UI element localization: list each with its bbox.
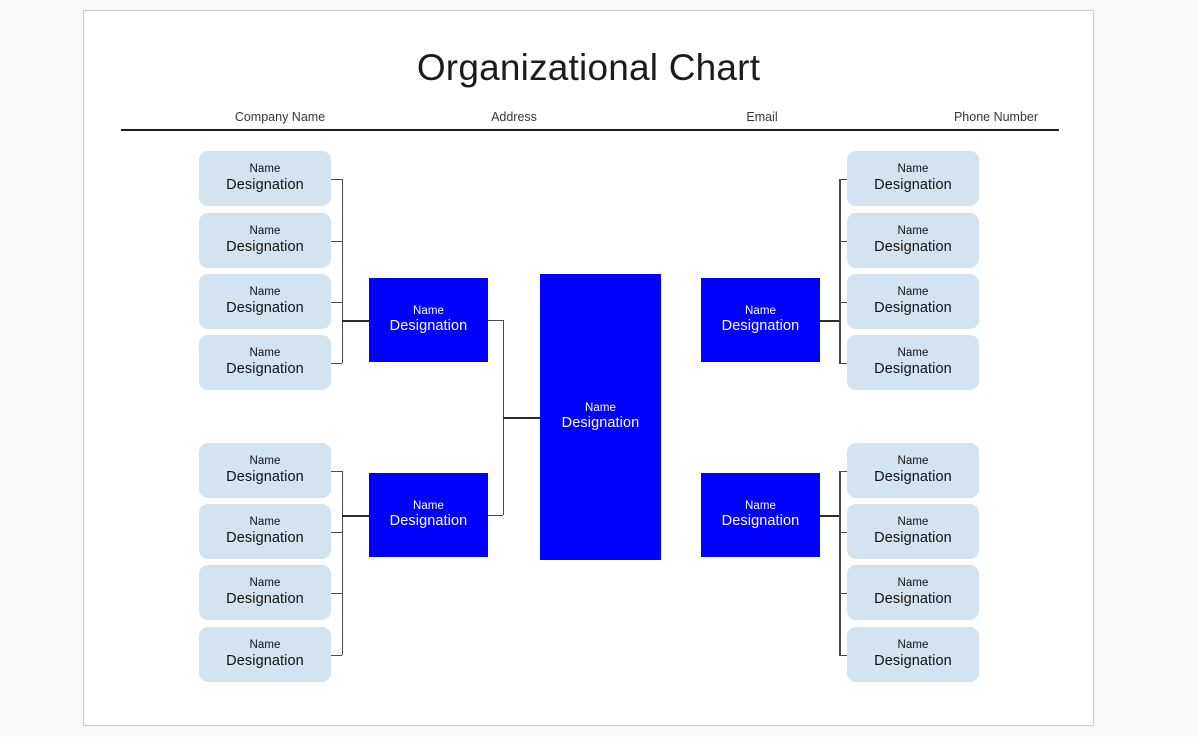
org-node-name: Name	[249, 455, 281, 468]
org-node-designation: Designation	[874, 299, 952, 316]
org-node-leaf[interactable]: Name Designation	[847, 504, 979, 559]
connector-branch-leaf-r1-3	[839, 301, 847, 303]
org-node-name: Name	[249, 516, 281, 529]
connector-branch-leaf-r1-4	[839, 362, 847, 364]
org-node-designation: Designation	[874, 360, 952, 377]
connector-branch-leaf-r2-2	[839, 531, 847, 533]
org-node-leaf[interactable]: Name Designation	[199, 274, 331, 329]
connector-trunk-mid-l1	[341, 178, 343, 363]
org-node-name: Name	[249, 225, 281, 238]
org-node-name: Name	[897, 577, 929, 590]
org-node-name: Name	[897, 639, 929, 652]
org-node-manager[interactable]: Name Designation	[369, 473, 488, 557]
org-node-designation: Designation	[389, 318, 468, 335]
org-node-name: Name	[897, 455, 929, 468]
org-node-manager[interactable]: Name Designation	[701, 473, 820, 557]
org-node-designation: Designation	[874, 238, 952, 255]
org-node-name: Name	[897, 286, 929, 299]
connector-stub-mid-r2	[820, 515, 840, 517]
org-node-leaf[interactable]: Name Designation	[199, 443, 331, 498]
org-node-name: Name	[897, 163, 929, 176]
org-node-manager[interactable]: Name Designation	[701, 278, 820, 362]
org-node-name: Name	[412, 304, 445, 317]
org-node-leaf[interactable]: Name Designation	[847, 213, 979, 268]
org-node-designation: Designation	[874, 652, 952, 669]
org-node-name: Name	[249, 163, 281, 176]
org-node-name: Name	[249, 639, 281, 652]
org-node-designation: Designation	[874, 176, 952, 193]
org-node-designation: Designation	[226, 468, 304, 485]
connector-branch-leaf-l1-3	[331, 301, 342, 303]
chart-page-sheet: Organizational Chart Company Name Addres…	[83, 10, 1094, 726]
org-node-designation: Designation	[226, 238, 304, 255]
connector-branch-leaf-l2-1	[331, 470, 342, 472]
org-node-leaf[interactable]: Name Designation	[847, 335, 979, 390]
org-node-designation: Designation	[226, 529, 304, 546]
connector-branch-leaf-l2-3	[331, 592, 342, 594]
org-node-name: Name	[249, 347, 281, 360]
connector-branch-leaf-r2-3	[839, 592, 847, 594]
org-node-leaf[interactable]: Name Designation	[847, 151, 979, 206]
org-node-root[interactable]: Name Designation	[540, 274, 661, 560]
org-node-name: Name	[249, 577, 281, 590]
connector-trunk-mid-r1	[839, 178, 841, 363]
org-node-designation: Designation	[721, 318, 800, 335]
org-node-leaf[interactable]: Name Designation	[847, 443, 979, 498]
connector-branch-mid-l2	[488, 515, 503, 517]
connector-stub-mid-l1	[341, 320, 369, 322]
connector-branch-leaf-l1-4	[331, 362, 342, 364]
org-node-designation: Designation	[561, 415, 640, 432]
org-node-designation: Designation	[226, 299, 304, 316]
connector-branch-leaf-r2-4	[839, 654, 847, 656]
connector-branch-leaf-r1-1	[839, 178, 847, 180]
org-node-manager[interactable]: Name Designation	[369, 278, 488, 362]
org-node-name: Name	[744, 304, 777, 317]
connector-stub-root	[502, 417, 540, 419]
org-node-name: Name	[897, 516, 929, 529]
connector-stub-mid-l2	[341, 515, 369, 517]
org-node-designation: Designation	[226, 176, 304, 193]
org-chart-canvas: Name Designation Name Designation Name Design…	[84, 11, 1095, 727]
org-node-designation: Designation	[389, 513, 468, 530]
connector-branch-leaf-l1-1	[331, 178, 342, 180]
org-node-leaf[interactable]: Name Designation	[847, 565, 979, 620]
connector-branch-leaf-l1-2	[331, 240, 342, 242]
org-node-name: Name	[897, 347, 929, 360]
org-node-leaf[interactable]: Name Designation	[199, 213, 331, 268]
org-node-name: Name	[584, 401, 617, 414]
org-node-designation: Designation	[874, 529, 952, 546]
org-node-designation: Designation	[721, 513, 800, 530]
org-node-designation: Designation	[226, 652, 304, 669]
org-node-name: Name	[249, 286, 281, 299]
org-node-leaf[interactable]: Name Designation	[199, 504, 331, 559]
org-node-leaf[interactable]: Name Designation	[847, 274, 979, 329]
org-node-leaf[interactable]: Name Designation	[199, 565, 331, 620]
org-node-leaf[interactable]: Name Designation	[199, 151, 331, 206]
connector-branch-leaf-l2-4	[331, 654, 342, 656]
org-node-leaf[interactable]: Name Designation	[847, 627, 979, 682]
org-node-leaf[interactable]: Name Designation	[199, 627, 331, 682]
org-node-name: Name	[744, 499, 777, 512]
org-node-name: Name	[897, 225, 929, 238]
connector-branch-leaf-r1-2	[839, 240, 847, 242]
org-node-designation: Designation	[226, 590, 304, 607]
org-node-name: Name	[412, 499, 445, 512]
connector-branch-mid-l1	[488, 320, 503, 322]
connector-branch-leaf-l2-2	[331, 531, 342, 533]
connector-trunk-mid-r2	[839, 470, 841, 655]
org-node-designation: Designation	[226, 360, 304, 377]
org-node-designation: Designation	[874, 590, 952, 607]
org-node-leaf[interactable]: Name Designation	[199, 335, 331, 390]
connector-trunk-mid-l2	[341, 470, 343, 655]
org-node-designation: Designation	[874, 468, 952, 485]
connector-stub-mid-r1	[820, 320, 840, 322]
connector-branch-leaf-r2-1	[839, 470, 847, 472]
